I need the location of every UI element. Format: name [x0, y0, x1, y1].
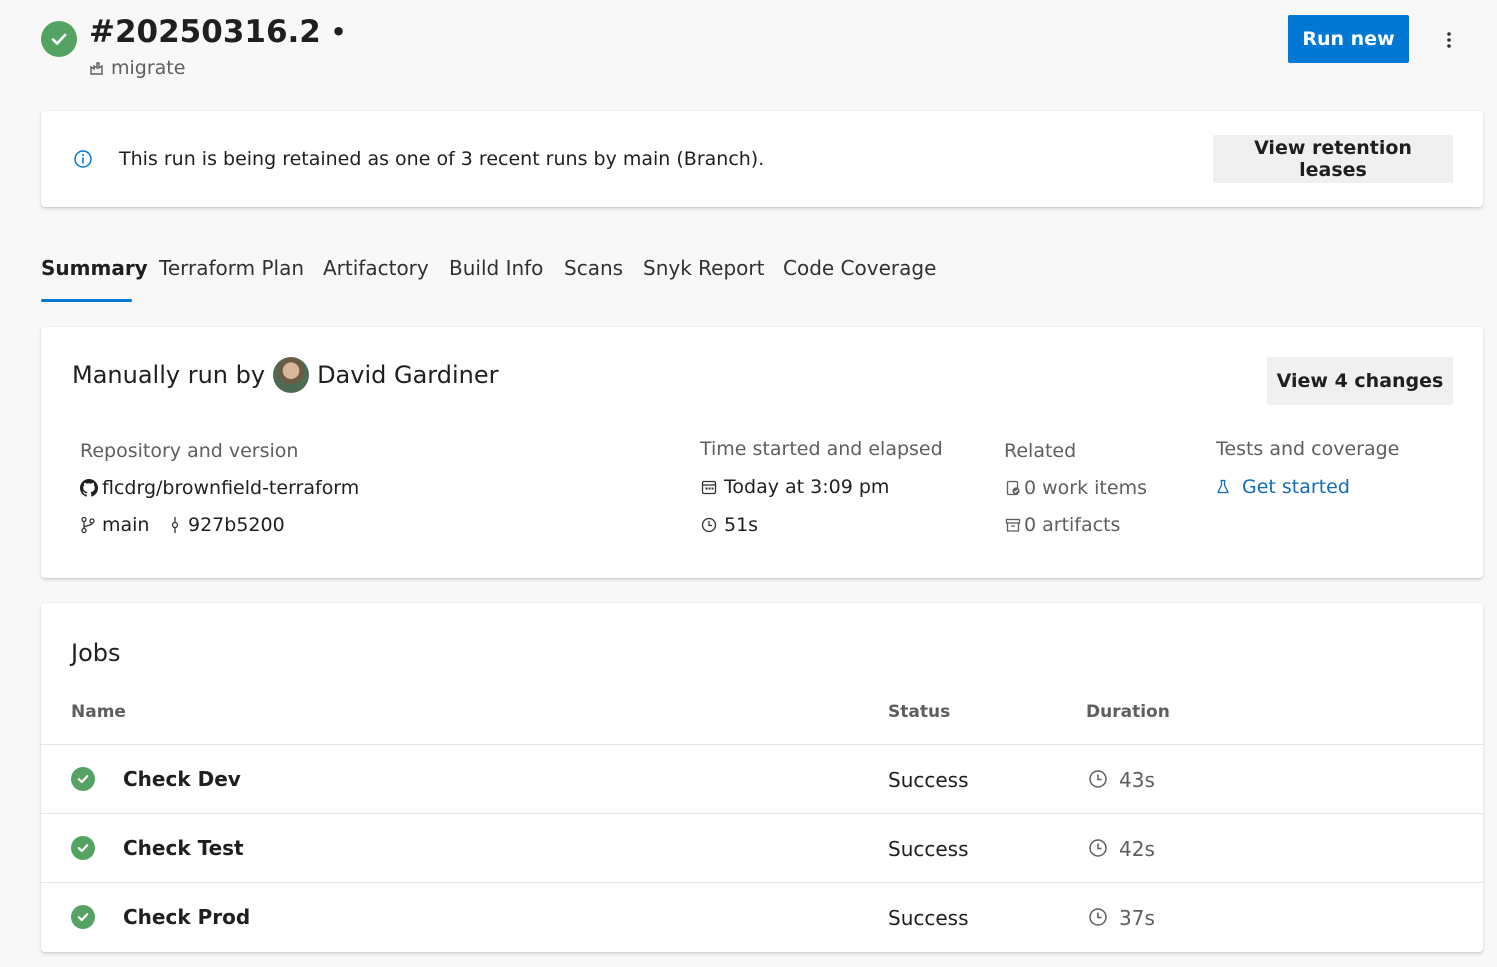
pipeline-name-text: migrate — [111, 57, 186, 79]
job-duration: 37s — [1119, 906, 1155, 930]
start-time-text: Today at 3:09 pm — [724, 476, 890, 498]
view-retention-leases-button[interactable]: View retention leases — [1213, 135, 1453, 183]
job-duration: 43s — [1119, 768, 1155, 792]
column-header-duration: Duration — [1086, 702, 1170, 722]
job-name: Check Prod — [123, 905, 251, 929]
job-status: Success — [888, 906, 969, 930]
job-status: Success — [888, 837, 969, 861]
retention-message: This run is being retained as one of 3 r… — [119, 148, 765, 170]
branch-name: main — [102, 514, 150, 536]
job-status: Success — [888, 768, 969, 792]
work-items-text: 0 work items — [1024, 477, 1147, 499]
work-item-icon — [1004, 479, 1022, 497]
job-row[interactable]: Check Prod Success 37s — [41, 882, 1483, 952]
repository-name: flcdrg/brownfield-terraform — [102, 477, 360, 499]
job-success-icon — [71, 836, 95, 860]
job-duration-clock-icon — [1088, 769, 1108, 789]
commit-link[interactable]: 927b5200 — [168, 514, 285, 536]
pipeline-name[interactable]: migrate — [89, 57, 185, 79]
tests-label: Tests and coverage — [1216, 438, 1400, 460]
elapsed-time-text: 51s — [724, 514, 759, 536]
jobs-card: Jobs Name Status Duration Check Dev Succ… — [41, 603, 1483, 952]
selected-tab-indicator — [41, 299, 132, 302]
commit-hash: 927b5200 — [188, 514, 285, 536]
commit-icon — [168, 516, 182, 534]
run-summary-card: Manually run by David Gardiner View 4 ch… — [41, 327, 1483, 578]
view-changes-button[interactable]: View 4 changes — [1267, 357, 1453, 405]
column-header-status: Status — [888, 702, 951, 722]
job-duration-clock-icon — [1088, 907, 1108, 927]
run-id: #20250316.2 — [89, 14, 321, 50]
job-success-icon — [71, 905, 95, 929]
run-id-dot: • — [330, 18, 347, 46]
job-row[interactable]: Check Test Success 42s — [41, 813, 1483, 883]
flask-icon — [1216, 478, 1230, 496]
github-icon — [80, 479, 98, 497]
clock-icon — [700, 516, 718, 534]
job-duration-clock-icon — [1088, 838, 1108, 858]
info-icon — [73, 149, 93, 169]
more-actions-icon[interactable] — [1436, 27, 1462, 53]
branch-link[interactable]: main — [80, 514, 149, 536]
time-label: Time started and elapsed — [700, 438, 943, 460]
related-label: Related — [1004, 440, 1077, 462]
tab-artifactory[interactable]: Artifactory — [323, 256, 429, 280]
job-row[interactable]: Check Dev Success 43s — [41, 744, 1483, 814]
tab-scans[interactable]: Scans — [564, 256, 623, 280]
run-new-button[interactable]: Run new — [1288, 15, 1409, 63]
tab-build-info[interactable]: Build Info — [449, 256, 543, 280]
run-by-prefix: Manually run by — [72, 361, 266, 389]
artifacts-link[interactable]: 0 artifacts — [1004, 514, 1120, 536]
run-title: #20250316.2 • — [89, 14, 346, 50]
work-items-link[interactable]: 0 work items — [1004, 477, 1147, 499]
artifact-icon — [1004, 516, 1022, 534]
run-status-success-icon — [41, 21, 77, 57]
tab-terraform-plan[interactable]: Terraform Plan — [159, 256, 304, 280]
tab-summary[interactable]: Summary — [41, 256, 148, 280]
column-header-name: Name — [71, 702, 126, 722]
job-name: Check Dev — [123, 767, 241, 791]
jobs-title: Jobs — [71, 639, 121, 667]
repository-label: Repository and version — [80, 440, 299, 462]
run-by-line: Manually run by David Gardiner — [72, 357, 499, 393]
elapsed-time: 51s — [700, 514, 758, 536]
artifacts-text: 0 artifacts — [1024, 514, 1121, 536]
tab-code-coverage[interactable]: Code Coverage — [783, 256, 936, 280]
start-time: Today at 3:09 pm — [700, 476, 889, 498]
job-name: Check Test — [123, 836, 244, 860]
repository-link[interactable]: flcdrg/brownfield-terraform — [80, 477, 359, 499]
user-name[interactable]: David Gardiner — [317, 361, 498, 389]
pipeline-icon — [89, 60, 105, 76]
job-duration: 42s — [1119, 837, 1155, 861]
get-started-text: Get started — [1242, 476, 1350, 498]
get-started-link[interactable]: Get started — [1216, 476, 1350, 498]
branch-icon — [80, 516, 96, 534]
tab-snyk-report[interactable]: Snyk Report — [643, 256, 764, 280]
calendar-icon — [700, 478, 718, 496]
job-success-icon — [71, 767, 95, 791]
avatar[interactable] — [273, 357, 310, 393]
retention-banner: This run is being retained as one of 3 r… — [41, 111, 1483, 207]
